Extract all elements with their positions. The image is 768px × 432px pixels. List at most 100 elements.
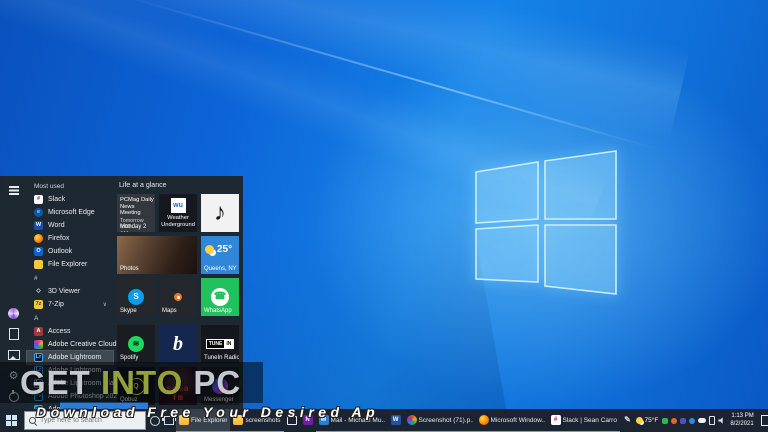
taskbar-button-label: Microsoft Window... [490,416,545,424]
app-label: 3D Viewer [48,288,81,295]
tray-green-icon[interactable] [662,417,669,424]
search-icon [29,417,36,424]
account-button[interactable] [7,307,21,319]
tile-bandcamp[interactable]: b [159,325,197,363]
app-list-item-firefox[interactable]: Firefox [27,232,113,245]
app-list-item-word[interactable]: W Word [27,219,113,232]
weather-location: Queens, NY [204,266,237,272]
taskbar-button-word-app[interactable]: W [387,409,404,432]
pictures-button[interactable] [7,349,21,361]
weather-underground-logo-icon: wu [170,198,186,213]
word-icon: W [390,415,401,425]
7zip-icon: 7z [34,300,43,309]
watermark-band: GET INTO PC [0,362,263,403]
expand-menu-button[interactable] [7,184,21,196]
app-label: Adobe Lightroom [48,354,102,361]
taskbar-button-firefox-window[interactable]: Microsoft Window... [475,409,548,432]
app-list-item-microsoft-edge[interactable]: e Microsoft Edge [27,206,113,219]
tile-label: TuneIn Radio [204,355,239,361]
tray-cloud-icon[interactable] [698,418,707,423]
action-center-button[interactable] [759,415,768,426]
tile-label: Photos [120,266,139,272]
tray-time: 1:13 PM [731,413,754,419]
tile-spotify[interactable]: ≋ Spotify [117,325,155,363]
slack-icon: # [34,195,43,204]
app-list-item-7-zip[interactable]: 7z 7-Zip ∨ [27,298,113,311]
app-list-item-3d-viewer[interactable]: ◇ 3D Viewer [27,285,113,298]
lightroom-icon: Lr [34,353,43,362]
tile-label: Monday 2 [120,224,147,230]
weather-sun-icon [635,417,643,424]
slack-icon: # [550,415,561,425]
watermark-subtext: Download Free Your Desired Ap [36,404,380,420]
firefox-icon [34,234,43,243]
tile-label: Weather Underground [161,215,195,228]
groove-music-logo-icon: ♪ [214,199,226,226]
app-list-section-header-most-used[interactable]: Most used [27,181,113,192]
app-label: Word [48,222,65,229]
tray-speaker-icon[interactable] [718,417,723,424]
app-list-item-adobe-creative-cloud[interactable]: Adobe Creative Cloud [27,338,117,351]
documents-button[interactable] [7,328,21,340]
documents-icon [8,328,19,340]
app-label: 7-Zip [48,301,64,308]
taskbar-button-slack-window[interactable]: #Slack | Sean Carrol... [547,409,620,432]
app-list-item-slack[interactable]: # Slack [27,193,113,206]
tile-skype[interactable]: S Skype [117,278,155,316]
whatsapp-logo-icon: ☎ [211,288,229,306]
app-list-section-header-[interactable]: # [27,273,113,284]
tray-orange-icon[interactable] [671,417,678,424]
tile-groove-music[interactable]: ♪ [201,194,239,232]
tile-weather[interactable]: 25° Queens, NY [201,236,239,274]
action-center-icon [760,415,768,426]
chevron-down-icon: ∨ [102,302,107,308]
account-avatar-icon [8,307,19,319]
tray-icons [662,416,725,425]
app-label: Slack [48,196,66,203]
app-list-item-access[interactable]: A Access [27,325,113,338]
spotify-logo-icon: ≋ [128,336,144,352]
tile-whatsapp[interactable]: ☎ WhatsApp [201,278,239,316]
hamburger-icon [8,186,19,188]
tiles-section-header: Life at a glance [119,182,167,189]
3d-viewer-icon: ◇ [36,287,41,294]
app-list-item-outlook[interactable]: O Outlook [27,245,113,258]
app-label: Firefox [48,235,70,242]
tile-calendar[interactable]: PCMag DailyNews MeetingTomorrow 9:00AMMo… [117,194,155,232]
app-list-item-file-explorer[interactable]: File Explorer [27,258,113,271]
firefox-icon [478,415,489,425]
app-label: Outlook [48,248,73,255]
outlook-icon: O [34,247,43,256]
tray-temperature: 75°F [644,417,659,424]
edge-icon: e [34,208,43,217]
skype-logo-icon: S [128,289,144,305]
tunein-logo-icon: TUNE IN [205,339,235,349]
taskbar-button-pen-tool[interactable]: ✎ [620,409,636,432]
tile-tunein[interactable]: TUNE IN TuneIn Radio [201,325,239,363]
tile-label: Spotify [120,355,139,361]
bandcamp-logo-icon: b [173,333,183,355]
system-tray: 75°F 1:13 PM 8/2/2021 [635,409,768,432]
tray-blue-icon[interactable] [689,417,696,424]
tray-date: 8/2/2021 [730,420,754,427]
tile-weather-underground[interactable]: wu Weather Underground [159,194,197,232]
app-label: Access [48,328,71,335]
file-explorer-icon [34,260,43,269]
taskbar-clock[interactable]: 1:13 PM 8/2/2021 [727,413,756,428]
taskbar-button-photos-screenshot[interactable]: Screenshot (71).p... [403,409,476,432]
taskbar-button-label: Screenshot (71).p... [418,416,473,424]
tile-photos[interactable]: Photos [117,236,197,274]
word-icon: W [34,221,43,230]
tray-phone-icon[interactable] [709,416,716,425]
tile-maps[interactable]: Maps [159,278,197,316]
maps-logo-icon [174,293,182,301]
weather-sun-cloud-icon [205,245,214,254]
weather-temperature: 25° [217,244,233,255]
weather-tray-button[interactable]: 75°F [635,417,661,424]
start-button[interactable] [0,409,22,432]
creative-cloud-icon [34,340,43,349]
app-label: File Explorer [48,261,88,268]
tray-teams-icon[interactable] [680,417,687,424]
app-label: Microsoft Edge [48,209,95,216]
app-list-section-header-a[interactable]: A [27,313,113,324]
